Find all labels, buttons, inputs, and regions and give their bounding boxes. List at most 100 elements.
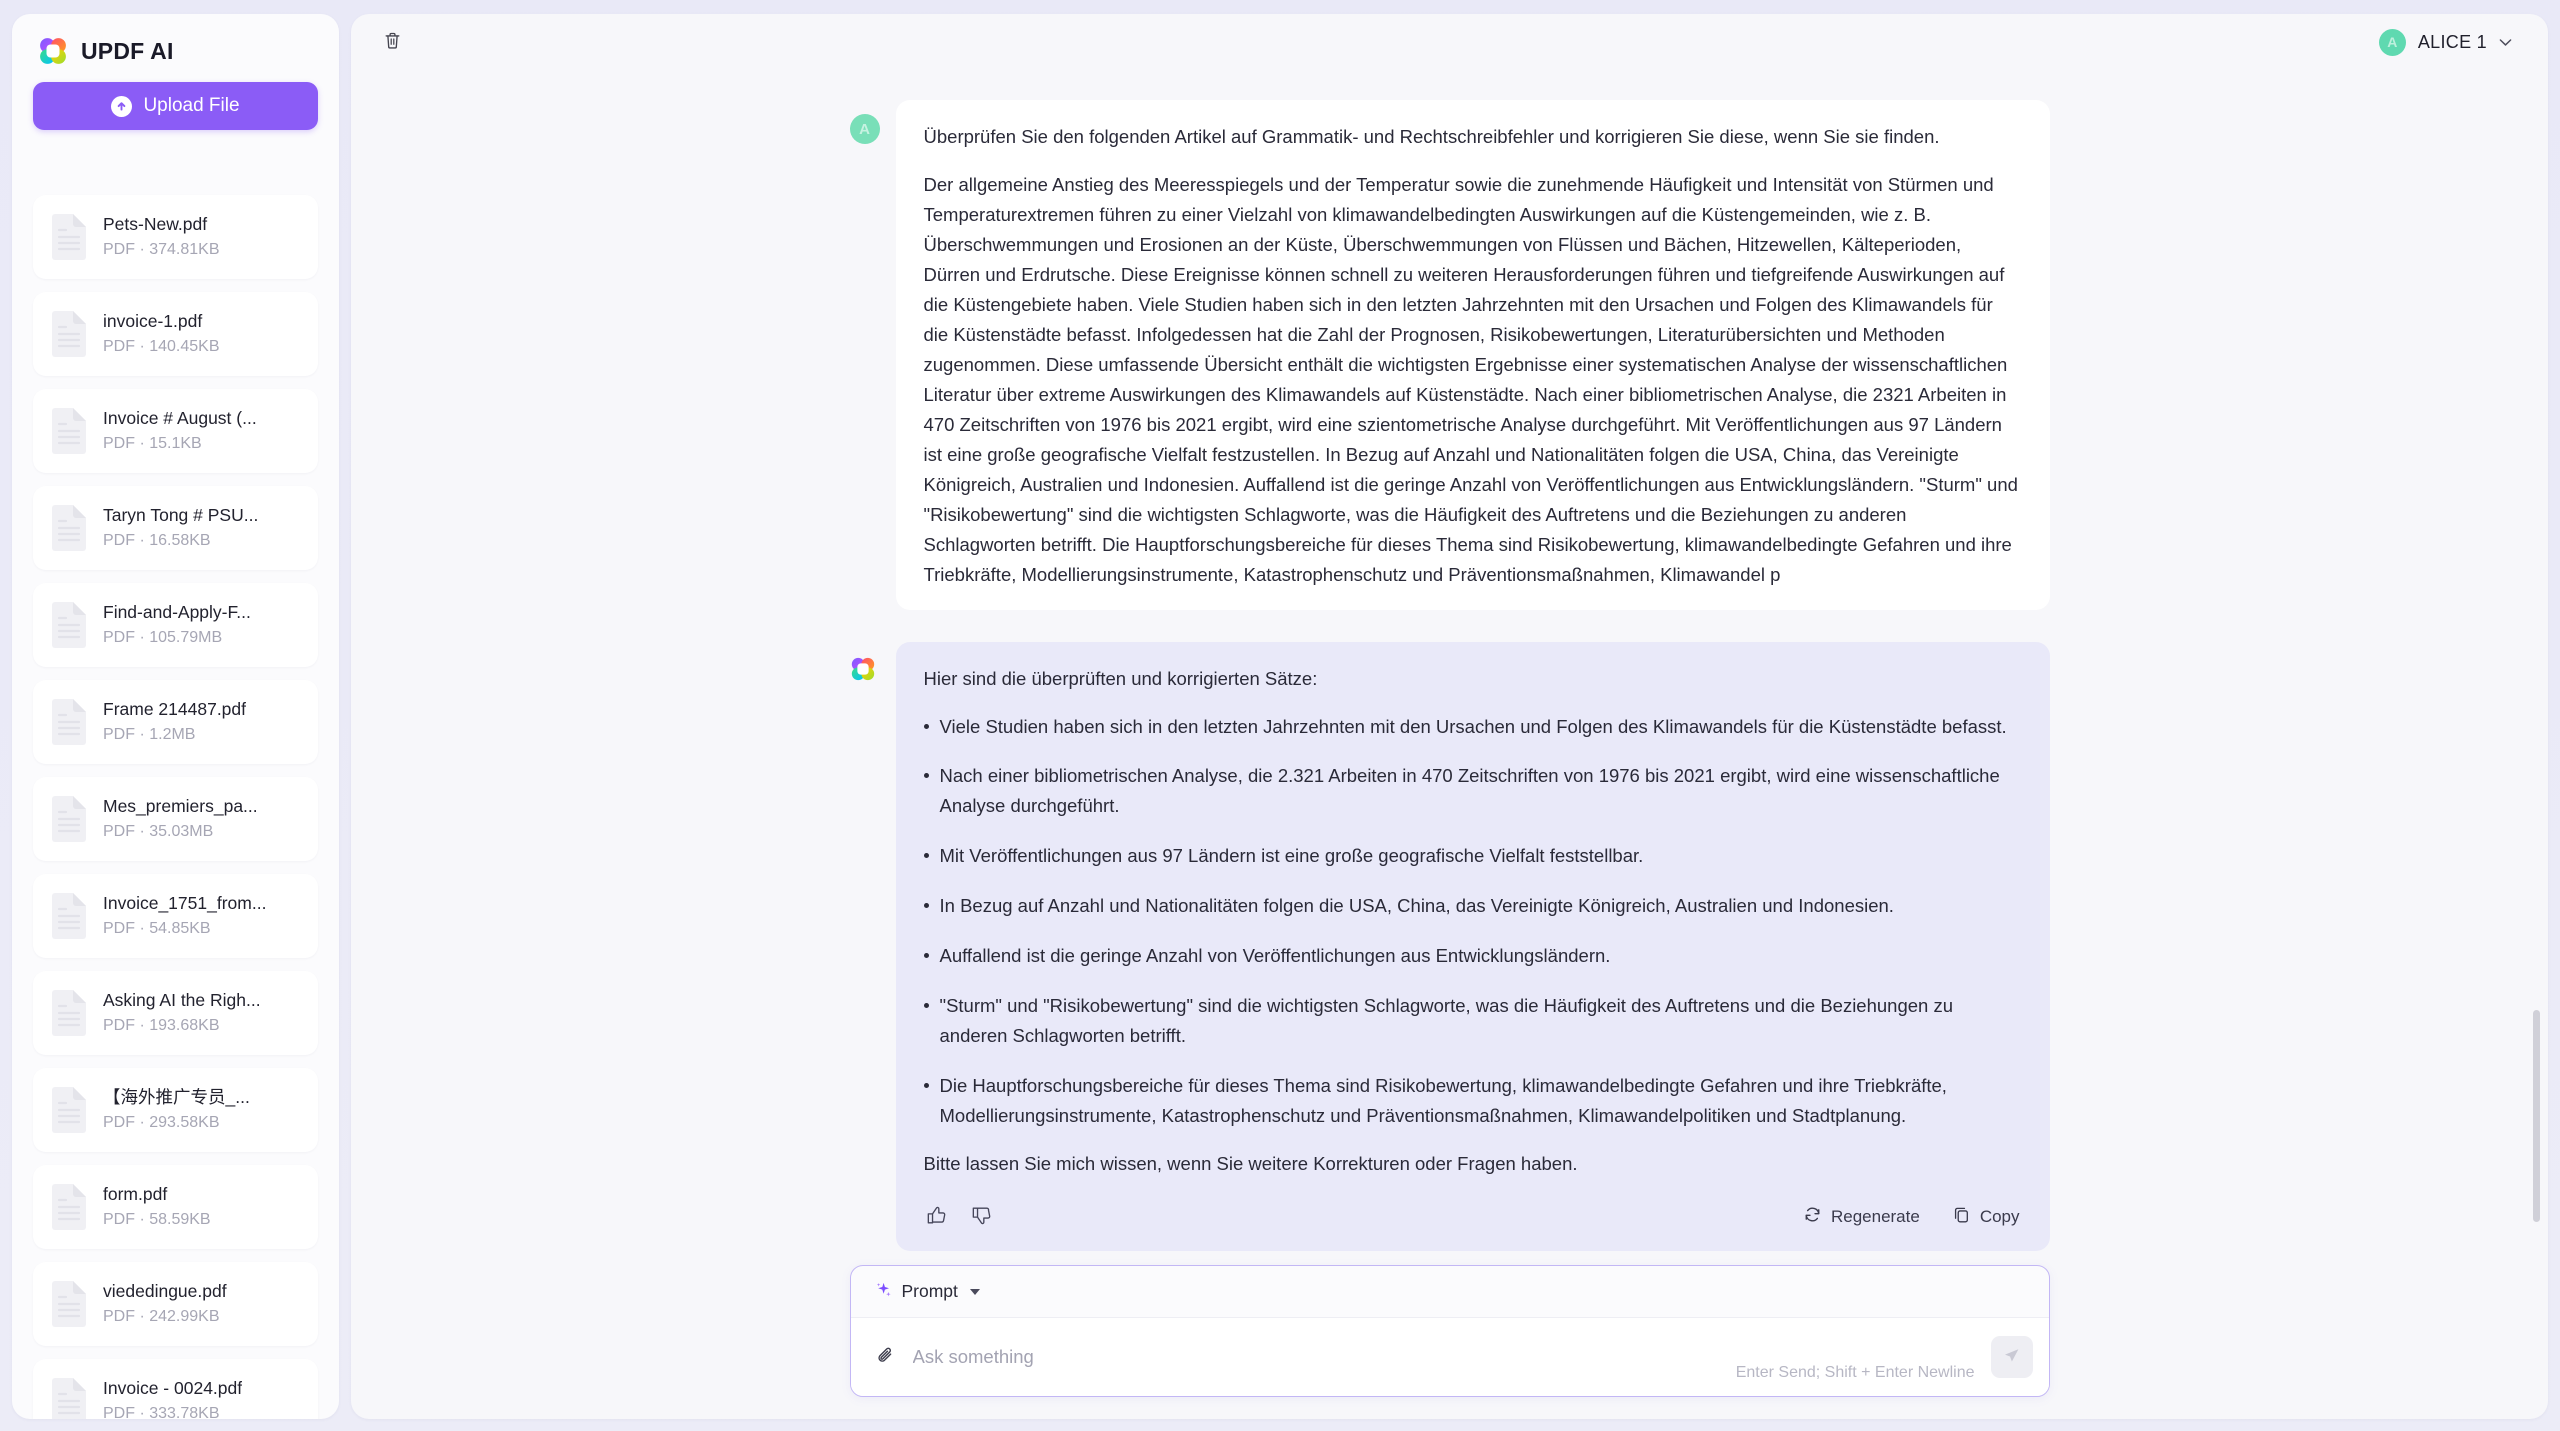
file-meta-text: PDF · 35.03MB [103,822,214,840]
assistant-bullet: In Bezug auf Anzahl und Nationalitäten f… [923,891,2022,921]
pdf-file-icon [49,504,89,552]
assistant-message-bubble: Hier sind die überprüften und korrigiert… [895,641,2050,1252]
ask-something-input[interactable] [912,1337,1720,1377]
list-item[interactable]: Pets-New.pdf PDF · 374.81KB [33,195,318,279]
file-meta: Find-and-Apply-F... PDF · 105.79MB [103,601,251,648]
file-meta: viededingue.pdf PDF · 242.99KB [103,1280,227,1327]
chat-messages: A Überprüfen Sie den folgenden Artikel a… [351,70,2548,1255]
file-meta: Invoice - 0024.pdf PDF · 333.78KB [103,1377,242,1419]
upload-arrow-icon [111,95,133,117]
list-item[interactable]: Asking AI the Righ... PDF · 193.68KB [33,971,318,1055]
file-meta-text: PDF · 1.2MB [103,725,196,743]
message-assistant: Hier sind die überprüften und korrigiert… [850,641,2050,1252]
pdf-file-icon [49,1086,89,1134]
upload-file-label: Upload File [143,95,240,116]
file-meta-text: PDF · 105.79MB [103,628,223,646]
file-name: Invoice # August (... [103,408,257,429]
pdf-file-icon [49,892,89,940]
assistant-bullet: Nach einer bibliometrischen Analyse, die… [923,761,2022,821]
file-meta: form.pdf PDF · 58.59KB [103,1183,211,1230]
user-name: ALICE 1 [2417,31,2487,52]
list-item[interactable]: Mes_premiers_pa... PDF · 35.03MB [33,777,318,861]
assistant-outro: Bitte lassen Sie mich wissen, wenn Sie w… [923,1153,1578,1175]
thumbs-down-button[interactable] [969,1203,994,1231]
send-button[interactable] [1990,1336,2033,1378]
list-item[interactable]: Invoice_1751_from... PDF · 54.85KB [33,874,318,958]
composer-hint: Enter Send; Shift + Enter Newline [1735,1364,1975,1381]
paperclip-icon [875,1345,897,1370]
chevron-down-icon [2499,38,2512,47]
user-menu[interactable]: A ALICE 1 [2378,28,2512,56]
main-panel: A ALICE 1 A Überprüfen Sie den folgenden… [351,14,2548,1419]
file-name: 【海外推广专员_... [103,1087,250,1108]
assistant-bullet: "Sturm" und "Risikobewertung" sind die w… [923,991,2022,1051]
file-meta: Invoice_1751_from... PDF · 54.85KB [103,892,266,939]
composer-toolbar: Prompt [850,1266,2049,1318]
brand: UPDF AI [12,14,339,76]
list-item[interactable]: form.pdf PDF · 58.59KB [33,1165,318,1249]
file-meta: invoice-1.pdf PDF · 140.45KB [103,310,220,357]
response-actions: Regenerate Copy [1801,1203,2022,1231]
thumbs-up-button[interactable] [924,1203,949,1231]
file-meta: Invoice # August (... PDF · 15.1KB [103,407,257,454]
file-meta-text: PDF · 140.45KB [103,337,220,355]
copy-button[interactable]: Copy [1950,1203,2022,1231]
list-item[interactable]: viededingue.pdf PDF · 242.99KB [33,1262,318,1346]
file-meta-text: PDF · 15.1KB [103,434,202,452]
file-meta-text: PDF · 333.78KB [103,1404,220,1419]
list-item[interactable]: Frame 214487.pdf PDF · 1.2MB [33,680,318,764]
list-item[interactable]: 【海外推广专员_... PDF · 293.58KB [33,1068,318,1152]
regenerate-button[interactable]: Regenerate [1801,1203,1922,1231]
chevron-down-icon [969,1288,980,1295]
file-meta-text: PDF · 293.58KB [103,1113,220,1131]
assistant-bullet-list: Viele Studien haben sich in den letzten … [923,712,2022,1132]
avatar: A [849,114,880,144]
file-meta: 【海外推广专员_... PDF · 293.58KB [103,1086,250,1133]
thumbs-down-icon [971,1205,992,1229]
sidebar: UPDF AI Upload File Pets-New.pdf PDF · 37… [12,14,339,1419]
prompt-label: Prompt [901,1281,958,1301]
upload-file-button[interactable]: Upload File [33,82,318,130]
assistant-action-row: Regenerate Copy [924,1203,2022,1231]
pdf-file-icon [49,989,89,1037]
prompt-selector-button[interactable]: Prompt [875,1281,980,1303]
chat-scrollbar[interactable] [2533,1010,2540,1222]
delete-conversation-button[interactable] [375,25,409,59]
message-avatar: A [849,114,880,144]
copy-label: Copy [1979,1207,2020,1227]
file-meta-text: PDF · 242.99KB [103,1307,220,1325]
attach-file-button[interactable] [875,1345,897,1370]
file-name: Pets-New.pdf [103,214,208,235]
file-name: Find-and-Apply-F... [103,602,251,623]
list-item[interactable]: Taryn Tong # PSU... PDF · 16.58KB [33,486,318,570]
file-meta-text: PDF · 374.81KB [103,240,220,258]
file-list[interactable]: Pets-New.pdf PDF · 374.81KB invoice-1.pdf P… [12,138,339,1419]
avatar: A [2378,28,2406,56]
file-meta: Mes_premiers_pa... PDF · 35.03MB [103,795,258,842]
assistant-bullet: Mit Veröffentlichungen aus 97 Ländern is… [923,841,2022,871]
file-meta-text: PDF · 193.68KB [103,1016,220,1034]
composer: Prompt Enter Send; Shift + Enter Newline [849,1265,2050,1397]
list-item[interactable]: Invoice - 0024.pdf PDF · 333.78KB [33,1359,318,1419]
composer-section: Prompt Enter Send; Shift + Enter Newline [351,1255,2548,1419]
chat-scroll-area[interactable]: A Überprüfen Sie den folgenden Artikel a… [351,70,2548,1255]
refresh-icon [1803,1205,1822,1229]
sparkle-icon [875,1281,892,1303]
app-root: UPDF AI Upload File Pets-New.pdf PDF · 37… [0,0,2560,1431]
file-name: Mes_premiers_pa... [103,796,258,817]
file-meta-text: PDF · 58.59KB [103,1210,211,1228]
list-item[interactable]: Invoice # August (... PDF · 15.1KB [33,389,318,473]
list-item[interactable]: Find-and-Apply-F... PDF · 105.79MB [33,583,318,667]
user-message-bubble: Überprüfen Sie den folgenden Artikel auf… [895,100,2050,610]
updf-clover-logo-icon [850,657,876,686]
message-user: A Überprüfen Sie den folgenden Artikel a… [849,100,2050,610]
file-meta: Pets-New.pdf PDF · 374.81KB [103,213,220,260]
regenerate-label: Regenerate [1830,1207,1920,1227]
file-name: Invoice - 0024.pdf [103,1378,243,1399]
file-meta: Frame 214487.pdf PDF · 1.2MB [103,698,246,745]
file-name: Invoice_1751_from... [103,893,267,914]
pdf-file-icon [49,795,89,843]
top-bar: A ALICE 1 [351,14,2548,70]
pdf-file-icon [49,310,89,358]
list-item[interactable]: invoice-1.pdf PDF · 140.45KB [33,292,318,376]
